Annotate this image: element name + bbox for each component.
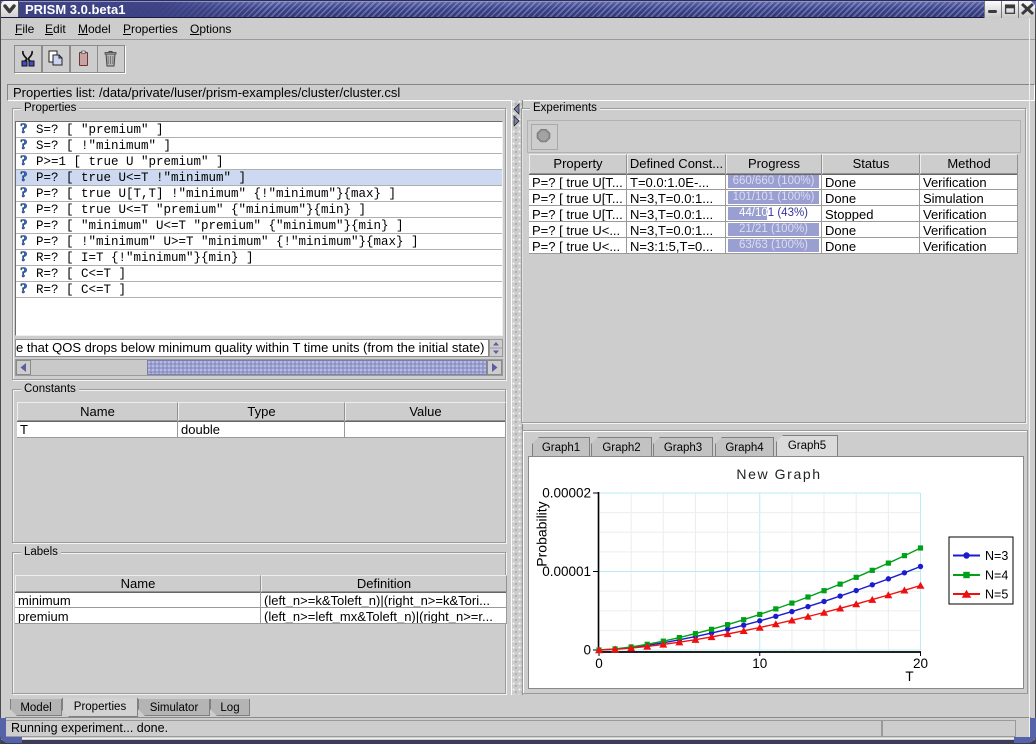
svg-text:0.00001: 0.00001 xyxy=(542,564,591,579)
svg-text:0: 0 xyxy=(583,643,591,658)
svg-text:N=4: N=4 xyxy=(985,569,1008,583)
svg-text:N=3: N=3 xyxy=(985,549,1008,563)
svg-text:T: T xyxy=(905,669,913,684)
svg-text:0: 0 xyxy=(595,656,603,671)
svg-text:N=5: N=5 xyxy=(985,588,1008,602)
svg-text:New Graph: New Graph xyxy=(736,466,821,482)
svg-text:10: 10 xyxy=(752,656,767,671)
svg-text:0.00002: 0.00002 xyxy=(542,486,591,501)
svg-text:20: 20 xyxy=(913,656,928,671)
svg-text:Probability: Probability xyxy=(534,501,550,566)
